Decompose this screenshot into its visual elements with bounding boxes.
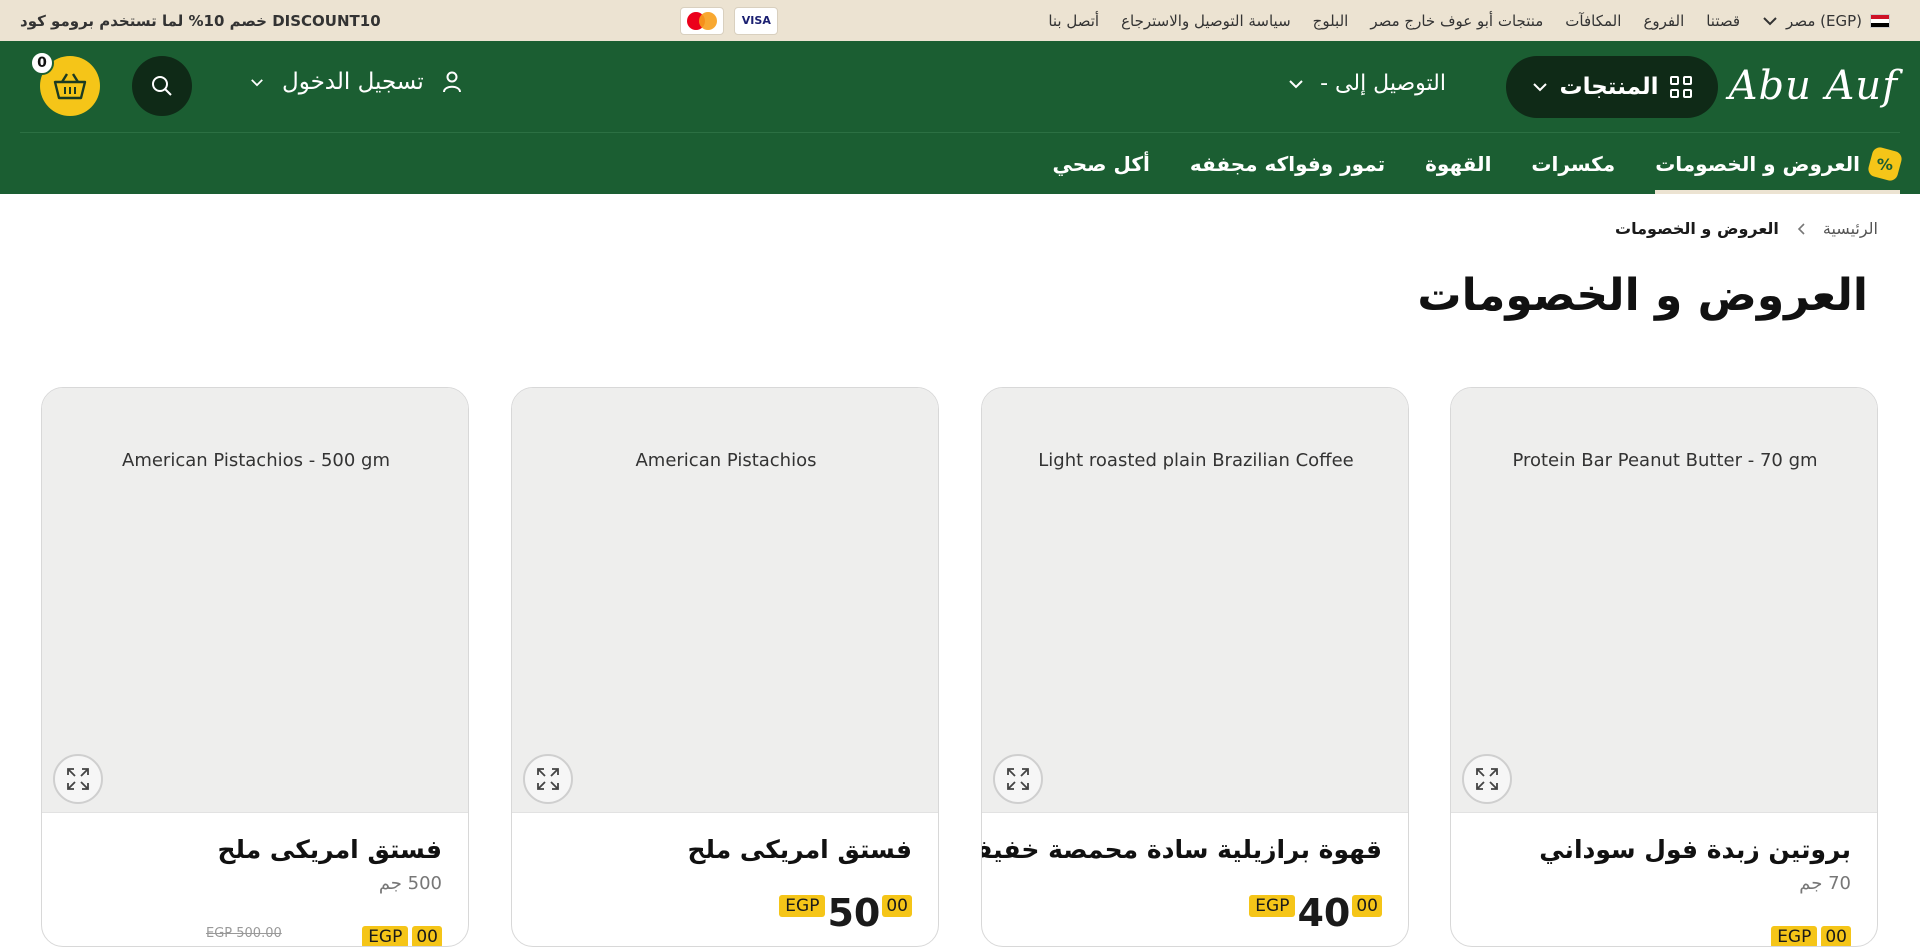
payment-methods: VISA — [680, 6, 779, 35]
discount-icon: % — [1866, 145, 1904, 182]
chevron-down-icon — [1763, 16, 1777, 25]
product-card[interactable]: American Pistachios - 500 gm فستق امريكى… — [41, 387, 469, 947]
product-image[interactable]: American Pistachios - 500 gm — [42, 388, 468, 813]
top-links: VISA أتصل بنا سياسة التوصيل والاسترجاع ا… — [680, 6, 1890, 35]
category-nav: % العروض و الخصومات مكسرات القهوة تمور و… — [1053, 133, 1904, 194]
price-currency: EGP — [1771, 926, 1818, 946]
nav-item-offers[interactable]: % العروض و الخصومات — [1655, 133, 1904, 194]
link-contact[interactable]: أتصل بنا — [1048, 12, 1099, 30]
basket-icon — [53, 73, 87, 100]
nav-item-label: أكل صحي — [1052, 151, 1150, 176]
product-image-alt: Light roasted plain Brazilian Coffee — [1038, 450, 1354, 471]
product-name[interactable]: قهوة برازيلية سادة محمصة خفيفة — [982, 835, 1382, 864]
nav-item-label: مكسرات — [1531, 151, 1616, 176]
price-cents: 00 — [1352, 895, 1382, 917]
product-weight: 500 جم — [378, 873, 442, 894]
product-card[interactable]: Light roasted plain Brazilian Coffee قهو… — [981, 387, 1409, 947]
price-cents: 00 — [882, 895, 912, 917]
page-title: العروض و الخصومات — [1417, 270, 1868, 321]
product-name[interactable]: فستق امريكى ملح — [218, 835, 442, 864]
link-branches[interactable]: الفروع — [1643, 12, 1684, 30]
product-image-alt: American Pistachios - 500 gm — [122, 450, 390, 471]
search-icon — [152, 76, 172, 96]
expand-button[interactable] — [523, 754, 573, 804]
product-weight: 70 جم — [1799, 873, 1851, 894]
products-label: المنتجات — [1559, 74, 1659, 100]
nav-item-coffee[interactable]: القهوة — [1425, 133, 1491, 194]
search-button[interactable] — [132, 56, 192, 116]
product-image[interactable]: Protein Bar Peanut Butter - 70 gm — [1451, 388, 1877, 813]
product-card[interactable]: American Pistachios فستق امريكى ملح EGP … — [511, 387, 939, 947]
expand-icon — [537, 768, 559, 790]
link-shipping-policy[interactable]: سياسة التوصيل والاسترجاع — [1121, 12, 1291, 30]
delivery-label: التوصيل إلى - — [1320, 71, 1446, 96]
country-selector[interactable]: مصر (EGP) — [1762, 12, 1890, 30]
cart-count-badge: 0 — [30, 51, 54, 75]
expand-button[interactable] — [993, 754, 1043, 804]
price-whole: 40 — [1297, 891, 1351, 935]
chevron-left-icon — [1797, 222, 1805, 235]
user-icon — [442, 71, 461, 93]
top-announcement-bar: خصم 10% لما تستخدم برومو كود DISCOUNT10 … — [0, 0, 1920, 41]
old-price: EGP 500.00 — [206, 926, 282, 941]
breadcrumb-home[interactable]: الرئيسية — [1823, 219, 1878, 238]
product-image-alt: Protein Bar Peanut Butter - 70 gm — [1512, 450, 1818, 471]
link-international[interactable]: منتجات أبو عوف خارج مصر — [1370, 12, 1543, 30]
product-price: EGP 00 — [1771, 924, 1851, 946]
nav-item-label: القهوة — [1425, 151, 1492, 176]
chevron-down-icon — [1533, 83, 1547, 92]
nav-item-nuts[interactable]: مكسرات — [1531, 133, 1615, 194]
price-currency: EGP — [362, 926, 409, 946]
main-header: Abu Auf المنتجات التوصيل إلى - تسجيل الد… — [0, 41, 1920, 194]
expand-icon — [67, 768, 89, 790]
nav-item-label: العروض و الخصومات — [1655, 151, 1860, 176]
country-label: مصر (EGP) — [1786, 11, 1862, 30]
price-cents: 00 — [1821, 926, 1851, 946]
chevron-down-icon — [1289, 79, 1303, 88]
price-currency: EGP — [779, 895, 826, 917]
chevron-down-icon — [251, 78, 263, 86]
login-label: تسجيل الدخول — [282, 69, 424, 95]
expand-button[interactable] — [53, 754, 103, 804]
product-price: EGP 40 00 — [1249, 893, 1382, 933]
price-whole: 50 — [827, 891, 881, 935]
products-menu-button[interactable]: المنتجات — [1506, 56, 1718, 118]
login-button[interactable]: تسجيل الدخول — [250, 69, 462, 95]
nav-item-label: تمور وفواكه مجففه — [1189, 151, 1386, 176]
link-rewards[interactable]: المكافآت — [1565, 12, 1621, 30]
visa-icon: VISA — [734, 6, 779, 35]
product-price: EGP 00 — [362, 924, 442, 946]
grid-icon — [1670, 76, 1692, 98]
breadcrumb: الرئيسية العروض و الخصومات — [1615, 219, 1878, 238]
product-image[interactable]: Light roasted plain Brazilian Coffee — [982, 388, 1408, 813]
mastercard-icon — [680, 6, 725, 35]
expand-icon — [1007, 768, 1029, 790]
product-image[interactable]: American Pistachios — [512, 388, 938, 813]
breadcrumb-current: العروض و الخصومات — [1615, 219, 1779, 238]
product-name[interactable]: بروتين زبدة فول سوداني — [1539, 835, 1851, 864]
expand-icon — [1476, 768, 1498, 790]
price-cents: 00 — [412, 926, 442, 946]
product-price: EGP 50 00 — [779, 893, 912, 933]
product-name[interactable]: فستق امريكى ملح — [688, 835, 912, 864]
product-card[interactable]: Protein Bar Peanut Butter - 70 gm بروتين… — [1450, 387, 1878, 947]
product-image-alt: American Pistachios — [635, 450, 817, 471]
logo[interactable]: Abu Auf — [1729, 63, 1898, 109]
promo-text: خصم 10% لما تستخدم برومو كود DISCOUNT10 — [20, 11, 381, 30]
delivery-location-selector[interactable]: التوصيل إلى - — [1288, 71, 1446, 96]
price-currency: EGP — [1249, 895, 1296, 917]
nav-item-dates-dried-fruit[interactable]: تمور وفواكه مجففه — [1190, 133, 1385, 194]
nav-item-healthy-food[interactable]: أكل صحي — [1053, 133, 1150, 194]
expand-button[interactable] — [1462, 754, 1512, 804]
link-blog[interactable]: البلوج — [1313, 12, 1349, 30]
link-our-story[interactable]: قصتنا — [1706, 12, 1740, 30]
egypt-flag-icon — [1870, 13, 1890, 28]
